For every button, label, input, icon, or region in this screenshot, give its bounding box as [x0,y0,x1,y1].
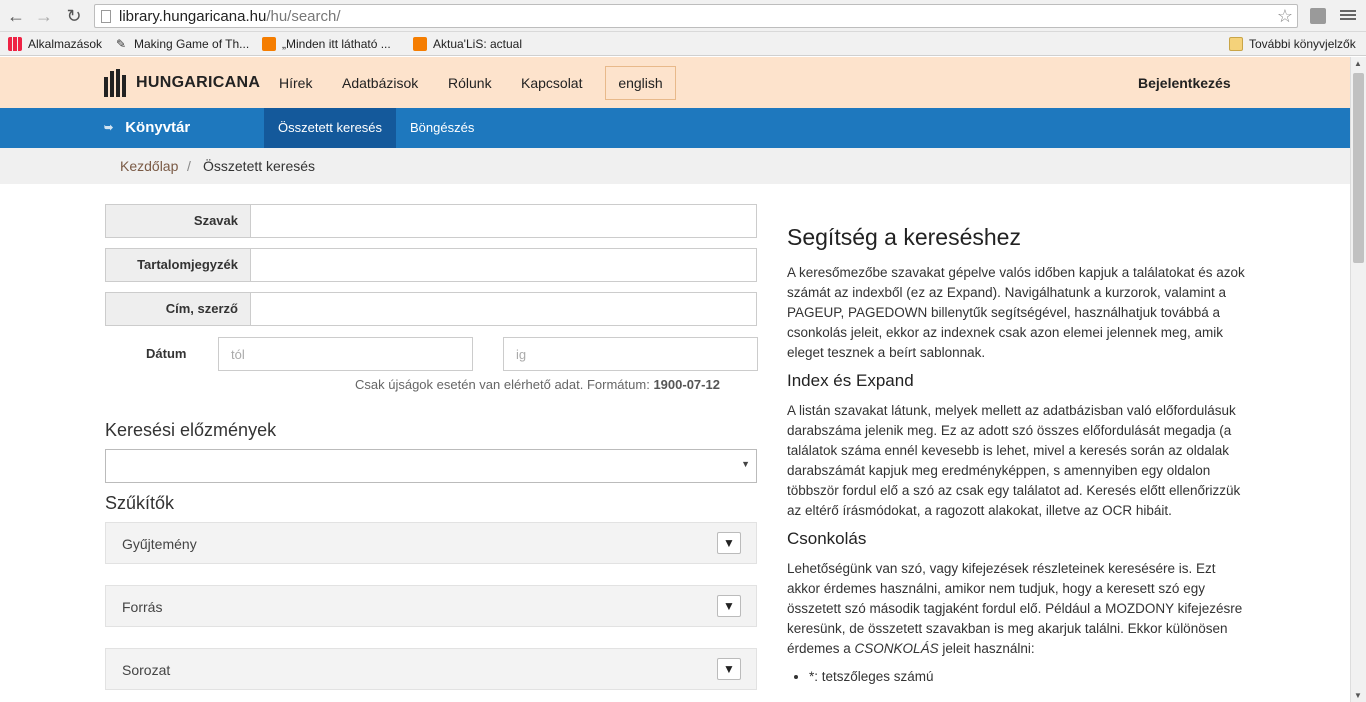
section-title[interactable]: ➥ Könyvtár [104,119,190,136]
section-label: Könyvtár [125,119,191,136]
extension-icon[interactable] [1310,8,1326,24]
login-link[interactable]: Bejelentkezés [1138,75,1231,91]
filter-label: Sorozat [122,662,171,678]
filter-gyujtemeny[interactable]: Gyűjtemény ▼ [105,522,757,564]
url-host: library.hungaricana.hu [119,8,267,25]
bookmark-making-game[interactable]: ✎ Making Game of Th... [114,36,249,52]
bookmark-apps[interactable]: Alkalmazások [8,36,102,52]
field-cim-szerzo: Cím, szerző [105,292,757,326]
url-path: /hu/search/ [266,8,341,25]
arrow-icon: ➥ [104,122,114,134]
field-label: Szavak [106,205,251,237]
breadcrumb-home[interactable]: Kezdőlap [120,158,178,174]
other-bookmarks-label: További könyvjelzők [1249,37,1356,51]
menu-icon[interactable] [1340,8,1356,24]
filters-heading: Szűkítők [105,493,175,513]
date-to-input[interactable]: ig [503,337,758,371]
breadcrumb-separator: / [187,158,191,174]
chevron-down-icon[interactable]: ▼ [717,658,741,680]
chevron-down-icon[interactable]: ▼ [717,532,741,554]
blogger-icon [262,37,276,51]
breadcrumb: Kezdőlap / Összetett keresés [0,148,1350,184]
filter-sorozat[interactable]: Sorozat ▼ [105,648,757,690]
nav-hirek[interactable]: Hírek [279,75,312,91]
section-bar: ➥ Könyvtár Összetett keresés Böngészés [0,108,1350,148]
bookmark-label: Alkalmazások [28,37,103,51]
page-icon [101,10,111,23]
bookmark-label: Making Game of Th... [134,37,250,51]
date-label: Dátum [146,346,187,361]
date-hint-text: Csak újságok esetén van elérhető adat. F… [355,377,650,392]
field-szavak: Szavak [105,204,757,238]
reload-icon[interactable]: ↻ [64,6,84,26]
bookmarks-bar: Alkalmazások ✎ Making Game of Th... „Mind… [0,32,1366,56]
pin-icon: ✎ [115,37,127,51]
history-select[interactable]: ▼ [105,449,757,483]
date-from-input[interactable]: tól [218,337,473,371]
help-trunc-em: CSONKOLÁS [854,641,939,656]
apps-icon [8,37,22,51]
help-title: Segítség a kereséshez [787,224,1021,250]
date-format: 1900-07-12 [653,377,720,392]
tab-advanced-search[interactable]: Összetett keresés [264,108,397,148]
bookmark-minden[interactable]: „Minden itt látható ... [262,36,391,52]
scroll-down-icon[interactable]: ▼ [1354,691,1362,700]
back-arrow-icon[interactable]: ← [6,6,26,26]
blogger-icon [413,37,427,51]
page-scrollbar[interactable]: ▲ ▼ [1350,57,1366,702]
date-hint: Csak újságok esetén van elérhető adat. F… [355,377,720,392]
field-label: Tartalomjegyzék [106,249,251,281]
hungaricana-logo[interactable]: HUNGARICANA [104,69,260,97]
bookmark-star-icon[interactable]: ☆ [1277,6,1293,27]
help-intro: A keresőmezőbe szavakat gépelve valós id… [787,265,1245,360]
language-button[interactable]: english [605,66,676,100]
nav-adatbazisok[interactable]: Adatbázisok [342,75,418,91]
filter-label: Forrás [122,599,163,615]
scroll-thumb[interactable] [1353,73,1364,263]
help-index-text: A listán szavakat látunk, melyek mellett… [787,403,1241,518]
szavak-input[interactable] [251,205,756,237]
field-label: Cím, szerző [106,293,251,325]
bookmark-label: „Minden itt látható ... [282,37,391,51]
bookmark-label: Aktua'LiS: actual [433,37,523,51]
logo-mark-icon [104,69,130,97]
tab-browse[interactable]: Böngészés [396,108,488,148]
help-trunc-b: jeleit használni: [938,641,1035,656]
dropdown-caret-icon: ▼ [741,459,750,469]
logo-text: HUNGARICANA [136,74,261,91]
forward-arrow-icon[interactable]: → [34,6,54,26]
filter-forras[interactable]: Forrás ▼ [105,585,757,627]
history-heading: Keresési előzmények [105,420,277,440]
breadcrumb-current: Összetett keresés [203,158,316,174]
help-truncation-heading: Csonkolás [787,529,867,548]
tartalomjegyzek-input[interactable] [251,249,756,281]
field-tartalomjegyzek: Tartalomjegyzék [105,248,757,282]
nav-rolunk[interactable]: Rólunk [448,75,492,91]
other-bookmarks[interactable]: További könyvjelzők [1229,36,1356,52]
address-bar[interactable]: library.hungaricana.hu/hu/search/ ☆ [94,4,1298,28]
browser-toolbar: ← → ↻ library.hungaricana.hu/hu/search/ … [0,0,1366,32]
search-help: Segítség a kereséshez A keresőmezőbe sza… [787,224,1247,687]
scroll-up-icon[interactable]: ▲ [1354,59,1362,68]
bookmark-aktualis[interactable]: Aktua'LiS: actual [413,36,522,52]
site-header: HUNGARICANA Hírek Adatbázisok Rólunk Kap… [0,57,1350,108]
help-index-heading: Index és Expand [787,371,914,390]
url-text: library.hungaricana.hu/hu/search/ [119,8,341,25]
nav-kapcsolat[interactable]: Kapcsolat [521,75,582,91]
chevron-down-icon[interactable]: ▼ [717,595,741,617]
list-item: *: tetszőleges számú [809,667,1247,687]
filter-label: Gyűjtemény [122,536,197,552]
help-truncation-text: Lehetőségünk van szó, vagy kifejezések r… [787,559,1247,659]
cim-szerzo-input[interactable] [251,293,756,325]
help-trunc-list: *: tetszőleges számú [809,667,1247,687]
folder-icon [1229,37,1243,51]
